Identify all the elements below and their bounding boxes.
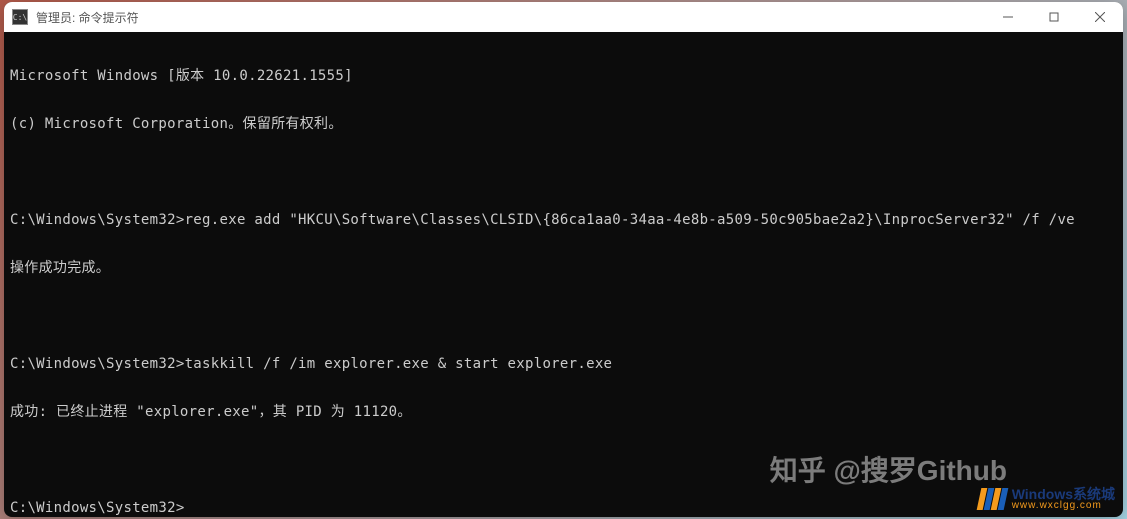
terminal-line: C:\Windows\System32>taskkill /f /im expl…	[10, 356, 1117, 372]
terminal-line: C:\Windows\System32>reg.exe add "HKCU\So…	[10, 212, 1117, 228]
close-button[interactable]	[1077, 2, 1123, 32]
terminal-line: (c) Microsoft Corporation。保留所有权利。	[10, 116, 1117, 132]
maximize-icon	[1049, 12, 1059, 22]
terminal-prompt: C:\Windows\System32>	[10, 500, 1117, 516]
terminal-line	[10, 452, 1117, 468]
terminal-line: Microsoft Windows [版本 10.0.22621.1555]	[10, 68, 1117, 84]
terminal-line: 成功: 已终止进程 "explorer.exe"，其 PID 为 11120。	[10, 404, 1117, 420]
maximize-button[interactable]	[1031, 2, 1077, 32]
cmd-icon: C:\	[12, 9, 28, 25]
terminal-output[interactable]: Microsoft Windows [版本 10.0.22621.1555] (…	[4, 32, 1123, 517]
minimize-icon	[1003, 12, 1013, 22]
titlebar[interactable]: C:\ 管理员: 命令提示符	[4, 2, 1123, 32]
minimize-button[interactable]	[985, 2, 1031, 32]
close-icon	[1095, 12, 1105, 22]
terminal-line	[10, 164, 1117, 180]
window-title: 管理员: 命令提示符	[36, 9, 139, 26]
terminal-line	[10, 308, 1117, 324]
window-controls	[985, 2, 1123, 32]
terminal-line: 操作成功完成。	[10, 260, 1117, 276]
cmd-window: C:\ 管理员: 命令提示符 Microsoft Windows [版本 10.…	[4, 2, 1123, 517]
